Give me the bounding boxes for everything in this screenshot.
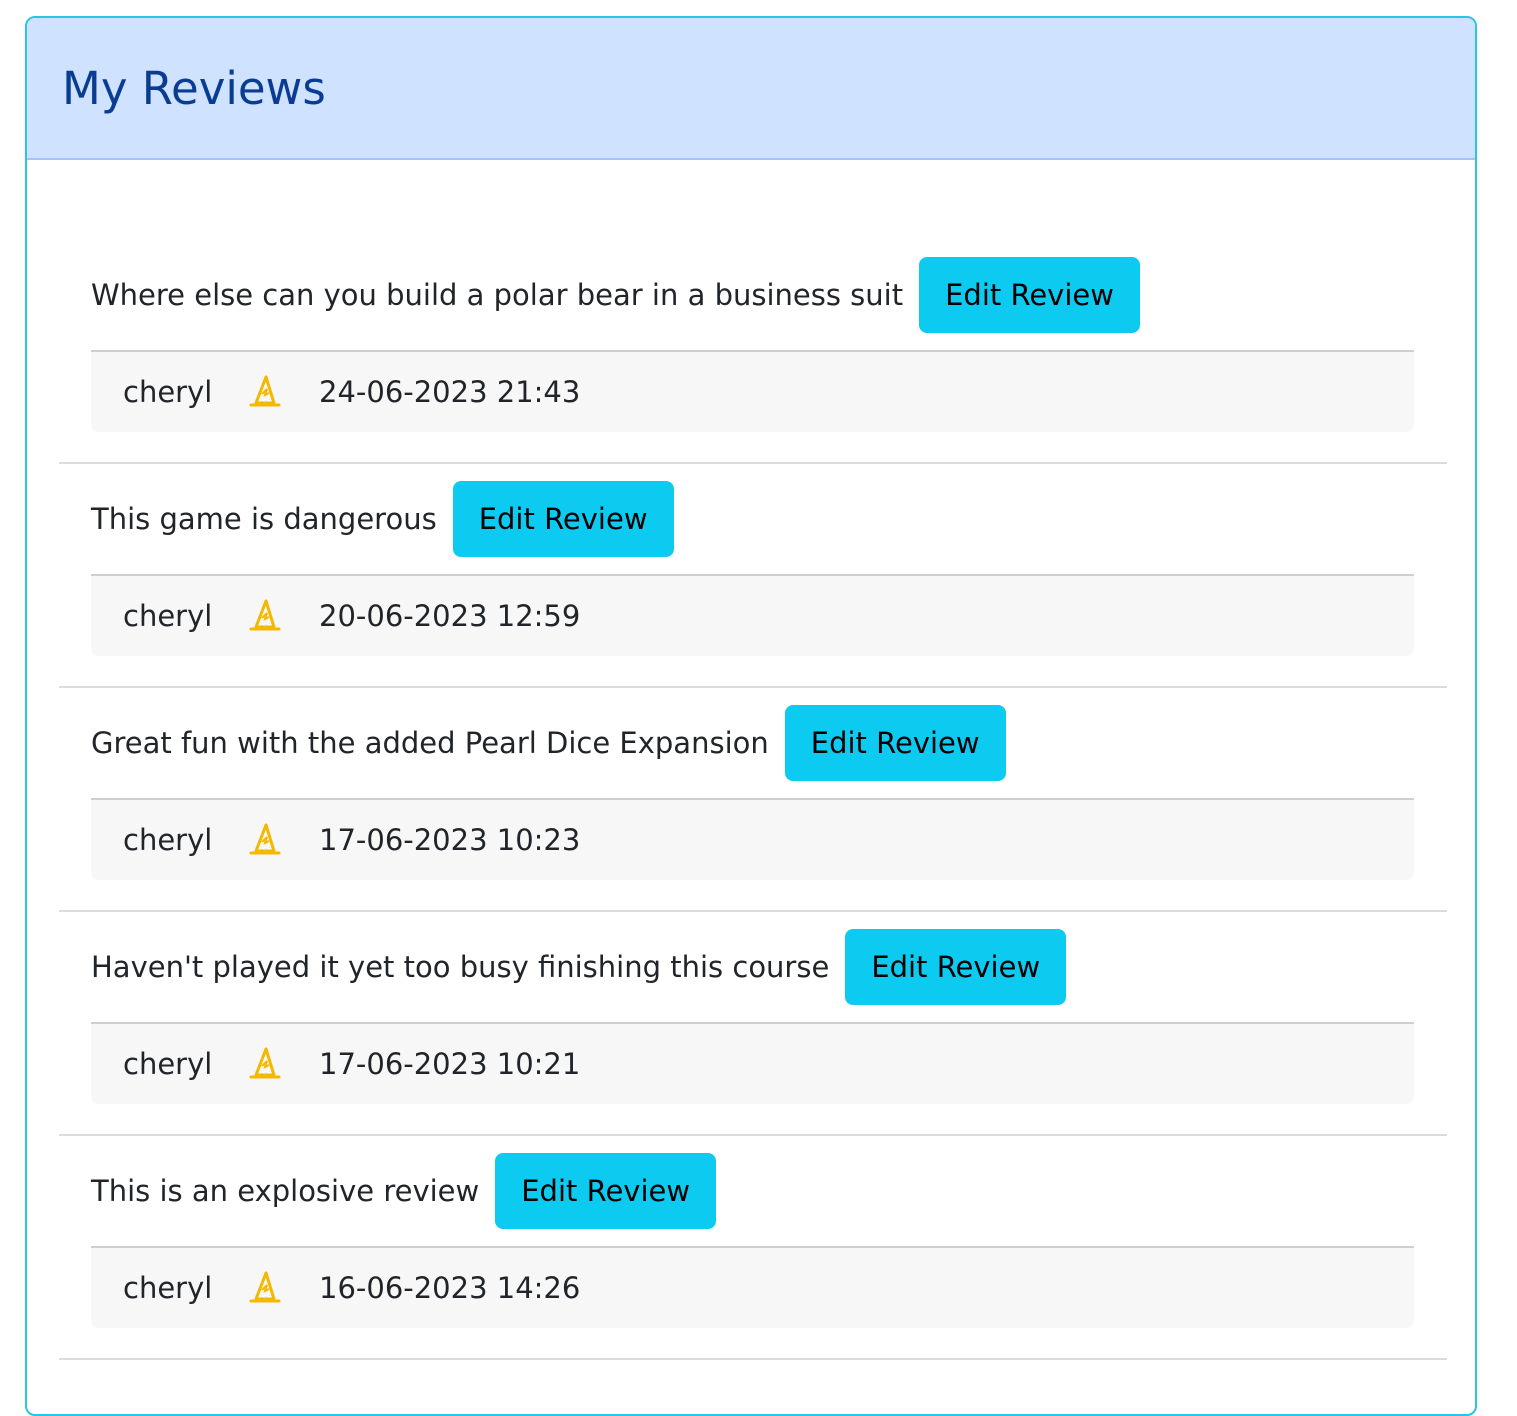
wizard-hat-icon bbox=[249, 1271, 281, 1303]
review-text: This is an explosive review bbox=[91, 1174, 480, 1208]
review-text: Great fun with the added Pearl Dice Expa… bbox=[91, 726, 769, 760]
wizard-hat-icon bbox=[249, 823, 281, 855]
edit-review-button[interactable]: Edit Review bbox=[845, 929, 1067, 1005]
edit-review-button[interactable]: Edit Review bbox=[452, 481, 674, 557]
review-author: cheryl bbox=[123, 1047, 213, 1081]
review-author: cheryl bbox=[123, 1271, 213, 1305]
review-meta: cheryl 16-06-2023 14:26 bbox=[91, 1246, 1414, 1328]
wizard-hat-icon bbox=[249, 599, 281, 631]
review-author: cheryl bbox=[123, 599, 213, 633]
review-list: Where else can you build a polar bear in… bbox=[59, 240, 1447, 1360]
review-date: 17-06-2023 10:23 bbox=[319, 823, 581, 857]
edit-review-button[interactable]: Edit Review bbox=[495, 1153, 717, 1229]
review-body: This game is dangerous Edit Review bbox=[91, 480, 674, 558]
review-author: cheryl bbox=[123, 375, 213, 409]
review-date: 17-06-2023 10:21 bbox=[319, 1047, 581, 1081]
review-text: Where else can you build a polar bear in… bbox=[91, 278, 904, 312]
wizard-hat-icon bbox=[249, 1047, 281, 1079]
review-meta: cheryl 24-06-2023 21:43 bbox=[91, 350, 1414, 432]
review-meta: cheryl 17-06-2023 10:21 bbox=[91, 1022, 1414, 1104]
review-body: Great fun with the added Pearl Dice Expa… bbox=[91, 704, 1006, 782]
review-date: 24-06-2023 21:43 bbox=[319, 375, 581, 409]
edit-review-button[interactable]: Edit Review bbox=[784, 705, 1006, 781]
review-meta: cheryl 17-06-2023 10:23 bbox=[91, 798, 1414, 880]
wizard-hat-icon bbox=[249, 375, 281, 407]
edit-review-button[interactable]: Edit Review bbox=[919, 257, 1140, 333]
reviews-card: My Reviews Where else can you build a po… bbox=[25, 16, 1477, 1416]
review-date: 20-06-2023 12:59 bbox=[319, 599, 581, 633]
review-body: This is an explosive review Edit Review bbox=[91, 1152, 717, 1230]
review-meta: cheryl 20-06-2023 12:59 bbox=[91, 574, 1414, 656]
review-body: Haven't played it yet too busy finishing… bbox=[91, 928, 1067, 1006]
review-item: This is an explosive review Edit Review … bbox=[59, 1136, 1447, 1360]
review-body: Where else can you build a polar bear in… bbox=[91, 256, 1140, 334]
review-text: Haven't played it yet too busy finishing… bbox=[91, 950, 830, 984]
review-author: cheryl bbox=[123, 823, 213, 857]
card-header: My Reviews bbox=[27, 18, 1475, 160]
review-item: This game is dangerous Edit Review chery… bbox=[59, 464, 1447, 688]
review-date: 16-06-2023 14:26 bbox=[319, 1271, 581, 1305]
page-title: My Reviews bbox=[62, 61, 326, 115]
review-item: Haven't played it yet too busy finishing… bbox=[59, 912, 1447, 1136]
review-text: This game is dangerous bbox=[91, 502, 437, 536]
review-item: Great fun with the added Pearl Dice Expa… bbox=[59, 688, 1447, 912]
review-item: Where else can you build a polar bear in… bbox=[59, 240, 1447, 464]
